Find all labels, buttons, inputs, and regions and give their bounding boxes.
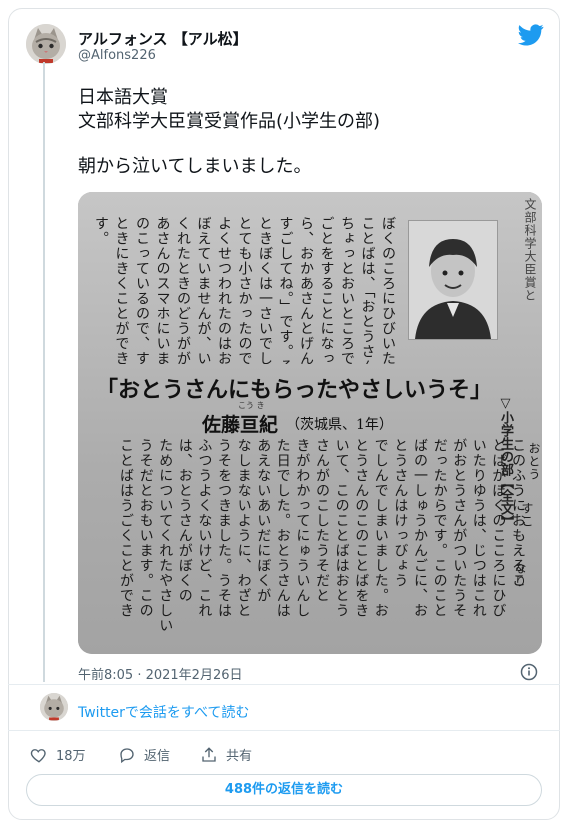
child-portrait bbox=[408, 220, 498, 340]
article-column: ら、おかあさんとげんきに bbox=[298, 216, 314, 364]
share-label: 共有 bbox=[226, 749, 253, 764]
read-conversation-link[interactable]: Twitterで会話をすべて読む bbox=[78, 702, 249, 722]
article-column: きがわかってにゅういんし bbox=[294, 438, 311, 618]
article-column: すごしてね。」です。その bbox=[277, 216, 294, 364]
divider bbox=[8, 730, 560, 731]
tweet-text-line-4: 朝から泣いてしまいました。 bbox=[78, 156, 312, 177]
article-column: ためについてくれたやさしい bbox=[157, 438, 174, 633]
article-column: ときにきくことができま bbox=[113, 216, 130, 364]
article-column: ばの一しゅうかんごに、お bbox=[412, 438, 428, 618]
article-column: うそだとおもいます。この bbox=[137, 438, 154, 618]
read-replies-button[interactable]: 488件の返信を読む bbox=[26, 774, 542, 806]
article-column: ことばはうごくことができ bbox=[118, 438, 134, 618]
author-furigana: こう き bbox=[238, 401, 265, 410]
author-avatar[interactable] bbox=[26, 24, 66, 64]
article-column: あさんのスマホにいまでも bbox=[154, 216, 171, 364]
cat-icon bbox=[40, 693, 68, 721]
article-column: いたりゆうは、じつはこれ bbox=[470, 438, 487, 618]
twitter-bird-icon[interactable] bbox=[518, 24, 544, 50]
article-column: は、おとうさんがぼくの bbox=[176, 438, 193, 603]
article-headline: 「おとうさんにもらったやさしいうそ」 bbox=[96, 377, 493, 403]
article-author-info: （茨城県、1年） bbox=[286, 417, 393, 433]
reply-icon bbox=[120, 747, 134, 763]
thread-line bbox=[43, 62, 45, 682]
conversation-avatar[interactable] bbox=[40, 693, 68, 721]
article-column: あえないあいだにぼくが bbox=[255, 438, 272, 603]
article-column: ごとをすることになったか bbox=[318, 216, 335, 364]
like-button[interactable]: 18万 bbox=[30, 745, 86, 764]
article-column: ときぼくは一さいでした。 bbox=[257, 216, 273, 364]
article-column: とうさんのこのことばをき bbox=[353, 438, 370, 618]
article-column: ことばは、「おとうさんは bbox=[359, 216, 376, 364]
article-column: なしまないように、わざと bbox=[235, 438, 252, 618]
heart-icon bbox=[30, 748, 46, 763]
like-count: 18万 bbox=[56, 749, 86, 764]
divider bbox=[8, 684, 560, 685]
article-column: のこっているので、すきな bbox=[134, 216, 150, 364]
article-column: だったからです。このこと bbox=[431, 438, 448, 618]
article-column: でしんでしまいました。お bbox=[372, 438, 389, 618]
article-column: す。 bbox=[93, 216, 109, 246]
tweet-photo[interactable]: 文部科学大臣賞と ▽小学生の部【全文】 ぼくのころにひびいた ことばは、「おとうさ… bbox=[78, 192, 542, 654]
cat-icon bbox=[26, 24, 66, 64]
article-column: ぼくのころにひびいた bbox=[380, 216, 396, 364]
reply-label: 返信 bbox=[144, 749, 171, 764]
article-column: いて、このことばはおとう bbox=[333, 438, 350, 618]
article-column: がおとうさんがついたうそ bbox=[451, 438, 468, 618]
article-column: とうさんはけっびょう bbox=[392, 438, 409, 588]
tweet-text-line-1: 日本語大賞 bbox=[78, 87, 168, 108]
reply-button[interactable]: 返信 bbox=[118, 745, 170, 764]
article-column: ふつうよくないけど、これ bbox=[196, 438, 213, 618]
article-column: ぼえていませんが、いって bbox=[195, 216, 212, 364]
share-icon bbox=[202, 746, 216, 762]
article-column-cut: なり bbox=[513, 562, 527, 588]
article-column: くれたときのどうががおか bbox=[175, 216, 191, 364]
author-name[interactable]: アルフォンス 【アル松】 bbox=[78, 28, 248, 49]
article-column: とばがぼくのこころにひび bbox=[490, 438, 507, 618]
article-column: とても小さかったのでち bbox=[236, 216, 253, 364]
article-column: うそをつきました。うそは bbox=[216, 438, 232, 618]
article-author: 佐藤亘紀 bbox=[202, 414, 279, 436]
tweet-text-line-2: 文部科学大臣賞受賞作品(小学生の部) bbox=[78, 111, 381, 132]
article-column-cut: おとう bbox=[527, 442, 541, 481]
share-button[interactable]: 共有 bbox=[200, 745, 252, 764]
article-column: よくせつわれたのはお bbox=[216, 216, 232, 364]
article-column: さんがのこしたうそだと bbox=[314, 438, 330, 603]
author-handle[interactable]: @Alfons226 bbox=[78, 48, 156, 63]
article-column: た日でした。おとうさんは bbox=[274, 438, 291, 618]
tweet-timestamp[interactable]: 午前8:05 · 2021年2月26日 bbox=[78, 664, 243, 683]
article-column-cut: すこ bbox=[520, 502, 534, 528]
right-edge-text: 文部科学大臣賞と bbox=[523, 198, 537, 302]
article-column: ちょっとおいところでし bbox=[339, 216, 355, 364]
info-icon[interactable] bbox=[520, 663, 538, 685]
